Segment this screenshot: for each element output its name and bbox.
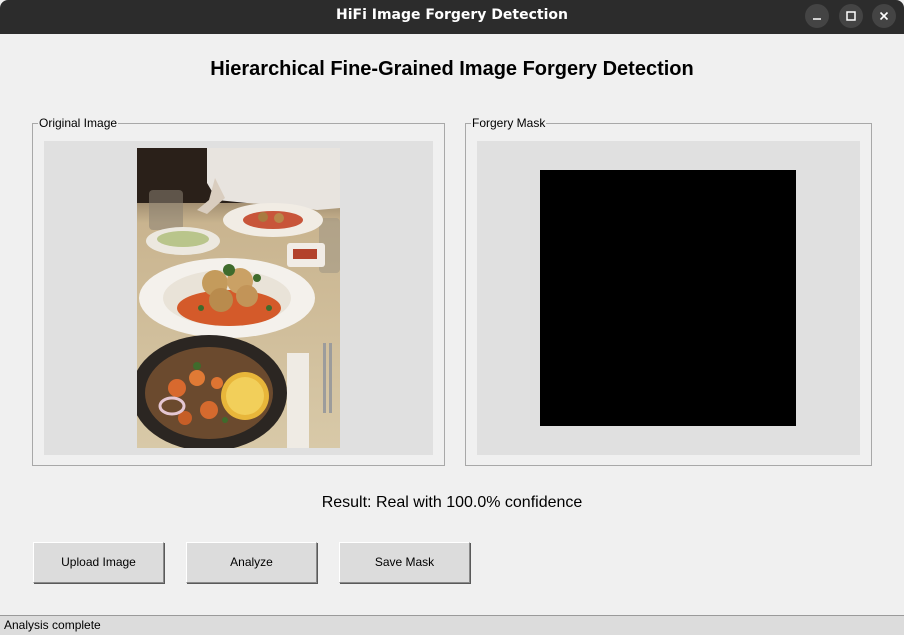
window-title: HiFi Image Forgery Detection	[335, 7, 568, 23]
forgery-mask-canvas	[477, 141, 860, 455]
result-text: Result: Real with 100.0% confidence	[321, 494, 583, 511]
forgery-mask-panel: Forgery Mask	[465, 116, 872, 466]
page-title: Hierarchical Fine-Grained Image Forgery …	[210, 58, 694, 80]
save-mask-button[interactable]: Save Mask	[339, 542, 470, 583]
main-content: Hierarchical Fine-Grained Image Forgery …	[0, 34, 904, 614]
analyze-button[interactable]: Analyze	[186, 542, 317, 583]
app-window: HiFi Image Forgery Detection Hierarchica…	[0, 0, 904, 635]
original-image-label: Original Image	[38, 116, 119, 130]
maximize-icon	[846, 11, 856, 21]
forgery-mask-label: Forgery Mask	[471, 116, 547, 130]
minimize-button[interactable]	[805, 4, 829, 28]
status-bar: Analysis complete	[0, 615, 904, 635]
close-icon	[879, 11, 889, 21]
close-button[interactable]	[872, 4, 896, 28]
forgery-mask-image	[540, 170, 796, 426]
upload-image-button[interactable]: Upload Image	[33, 542, 164, 583]
title-bar[interactable]: HiFi Image Forgery Detection	[0, 0, 904, 34]
original-image-canvas	[44, 141, 433, 455]
minimize-icon	[813, 18, 821, 20]
status-text: Analysis complete	[4, 618, 101, 632]
original-photo	[137, 148, 340, 448]
original-image-panel: Original Image	[32, 116, 445, 466]
maximize-button[interactable]	[839, 4, 863, 28]
